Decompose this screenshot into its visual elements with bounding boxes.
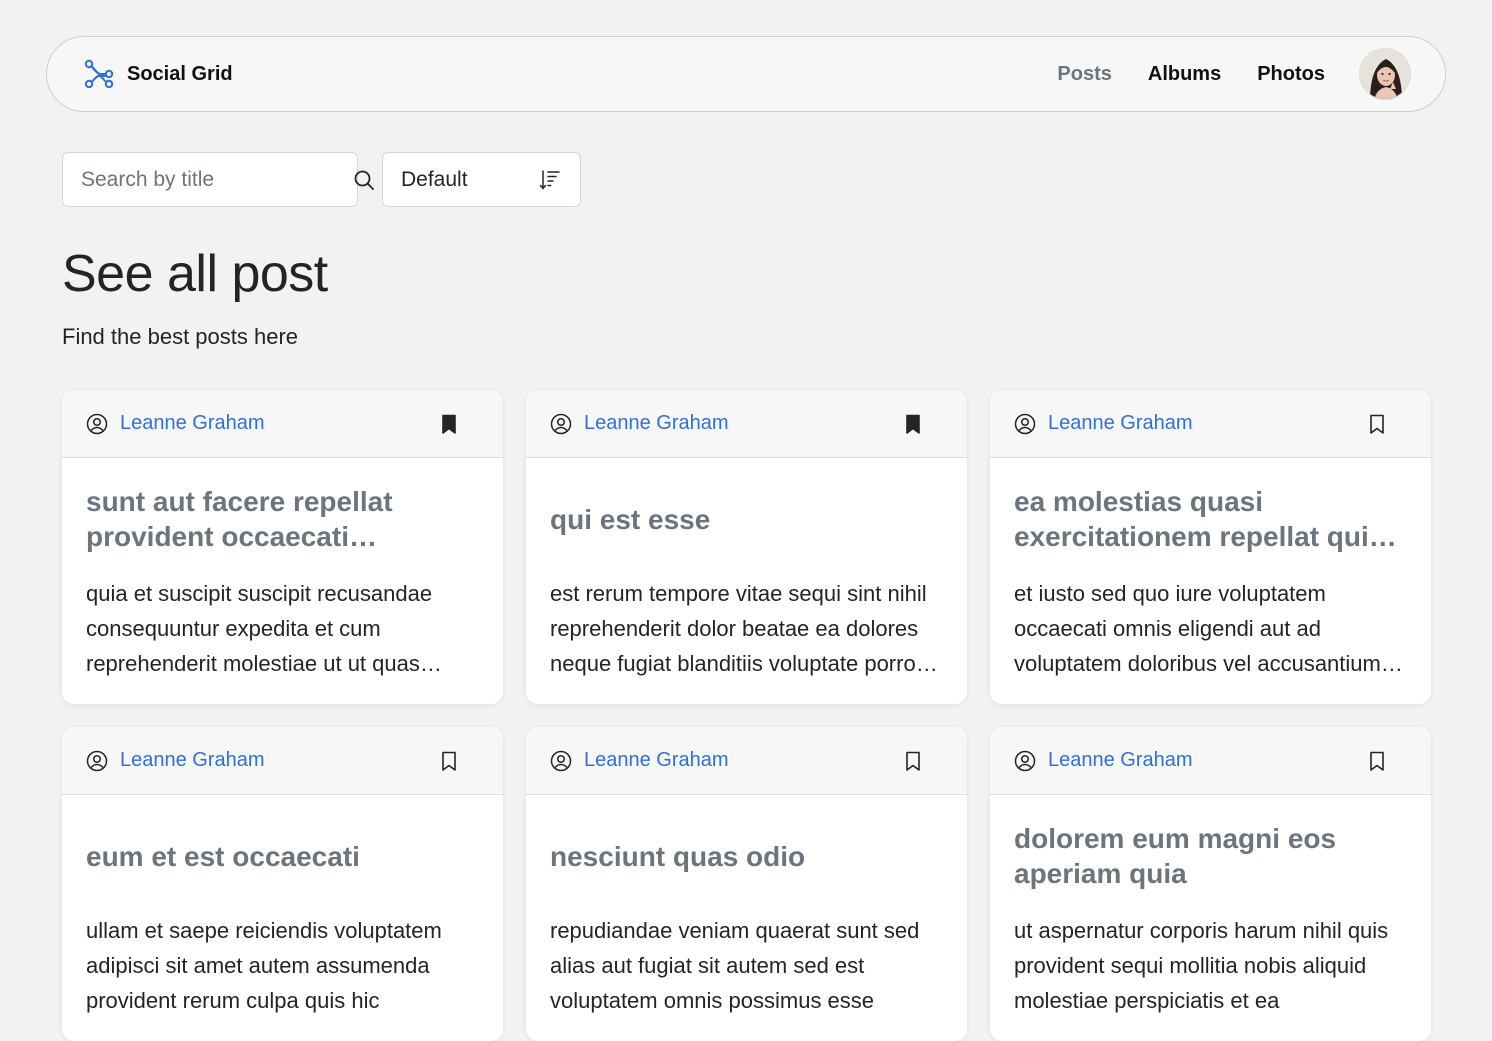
post-card[interactable]: Leanne Graham qui est esse est rerum tem… bbox=[526, 390, 967, 704]
navbar: Social Grid Posts Albums Photos bbox=[46, 36, 1446, 112]
post-card-header: Leanne Graham bbox=[526, 727, 967, 795]
nav-link-albums[interactable]: Albums bbox=[1148, 63, 1221, 86]
user-circle-icon bbox=[1014, 750, 1036, 772]
post-card[interactable]: Leanne Graham dolorem eum magni eos aper… bbox=[990, 727, 1431, 1041]
post-author-link[interactable]: Leanne Graham bbox=[584, 749, 901, 772]
post-card-header: Leanne Graham bbox=[526, 390, 967, 458]
bookmark-filled-icon[interactable] bbox=[437, 412, 461, 436]
brand[interactable]: Social Grid bbox=[83, 58, 233, 90]
post-card-header: Leanne Graham bbox=[990, 727, 1431, 795]
user-circle-icon bbox=[550, 413, 572, 435]
user-circle-icon bbox=[86, 750, 108, 772]
post-card-header: Leanne Graham bbox=[62, 727, 503, 795]
post-grid: Leanne Graham sunt aut facere repellat p… bbox=[62, 390, 1430, 1041]
avatar[interactable] bbox=[1359, 48, 1411, 100]
post-card-body: sunt aut facere repellat provident occae… bbox=[62, 458, 503, 681]
post-title: nesciunt quas odio bbox=[550, 813, 943, 899]
bookmark-icon[interactable] bbox=[901, 749, 925, 773]
sort-label: Default bbox=[401, 168, 538, 192]
post-card[interactable]: Leanne Graham nesciunt quas odio repudia… bbox=[526, 727, 967, 1041]
post-author-link[interactable]: Leanne Graham bbox=[1048, 749, 1365, 772]
post-author-link[interactable]: Leanne Graham bbox=[1048, 412, 1365, 435]
nav-links: Posts Albums Photos bbox=[1057, 48, 1411, 100]
post-title-text: sunt aut facere repellat provident occae… bbox=[86, 484, 479, 554]
user-circle-icon bbox=[1014, 413, 1036, 435]
post-body: quia et suscipit suscipit recusandae con… bbox=[86, 576, 479, 681]
post-card-header: Leanne Graham bbox=[990, 390, 1431, 458]
search-input[interactable] bbox=[81, 168, 352, 192]
search-icon[interactable] bbox=[352, 168, 376, 192]
post-title: sunt aut facere repellat provident occae… bbox=[86, 476, 479, 562]
post-title: dolorem eum magni eos aperiam quia bbox=[1014, 813, 1407, 899]
bookmark-icon[interactable] bbox=[1365, 749, 1389, 773]
user-circle-icon bbox=[86, 413, 108, 435]
nav-link-photos[interactable]: Photos bbox=[1257, 63, 1325, 86]
post-body: repudiandae veniam quaerat sunt sed alia… bbox=[550, 913, 943, 1018]
bookmark-icon[interactable] bbox=[437, 749, 461, 773]
post-title: ea molestias quasi exercitationem repell… bbox=[1014, 476, 1407, 562]
post-author-link[interactable]: Leanne Graham bbox=[120, 749, 437, 772]
post-title-text: qui est esse bbox=[550, 502, 710, 537]
post-title-text: eum et est occaecati bbox=[86, 839, 360, 874]
post-card[interactable]: Leanne Graham eum et est occaecati ullam… bbox=[62, 727, 503, 1041]
post-title-text: nesciunt quas odio bbox=[550, 839, 805, 874]
sort-descending-icon bbox=[538, 168, 562, 192]
nav-link-posts[interactable]: Posts bbox=[1057, 63, 1111, 86]
page-title: See all post bbox=[62, 244, 328, 304]
post-body: et iusto sed quo iure voluptatem occaeca… bbox=[1014, 576, 1407, 681]
share-nodes-icon bbox=[83, 58, 115, 90]
post-card-body: eum et est occaecati ullam et saepe reic… bbox=[62, 795, 503, 1018]
post-card-body: dolorem eum magni eos aperiam quia ut as… bbox=[990, 795, 1431, 1018]
page-subtitle: Find the best posts here bbox=[62, 324, 298, 350]
post-title: qui est esse bbox=[550, 476, 943, 562]
post-body: ullam et saepe reiciendis voluptatem adi… bbox=[86, 913, 479, 1018]
bookmark-filled-icon[interactable] bbox=[901, 412, 925, 436]
post-card-body: ea molestias quasi exercitationem repell… bbox=[990, 458, 1431, 681]
post-card[interactable]: Leanne Graham sunt aut facere repellat p… bbox=[62, 390, 503, 704]
post-author-link[interactable]: Leanne Graham bbox=[120, 412, 437, 435]
user-circle-icon bbox=[550, 750, 572, 772]
search-box bbox=[62, 152, 358, 207]
bookmark-icon[interactable] bbox=[1365, 412, 1389, 436]
post-title: eum et est occaecati bbox=[86, 813, 479, 899]
post-title-text: ea molestias quasi exercitationem repell… bbox=[1014, 484, 1407, 554]
post-author-link[interactable]: Leanne Graham bbox=[584, 412, 901, 435]
post-card[interactable]: Leanne Graham ea molestias quasi exercit… bbox=[990, 390, 1431, 704]
post-card-body: qui est esse est rerum tempore vitae seq… bbox=[526, 458, 967, 681]
post-title-text: dolorem eum magni eos aperiam quia bbox=[1014, 821, 1407, 891]
sort-select[interactable]: Default bbox=[382, 152, 581, 207]
post-body: est rerum tempore vitae sequi sint nihil… bbox=[550, 576, 943, 681]
post-body: ut aspernatur corporis harum nihil quis … bbox=[1014, 913, 1407, 1018]
post-card-header: Leanne Graham bbox=[62, 390, 503, 458]
brand-name: Social Grid bbox=[127, 63, 233, 86]
post-card-body: nesciunt quas odio repudiandae veniam qu… bbox=[526, 795, 967, 1018]
